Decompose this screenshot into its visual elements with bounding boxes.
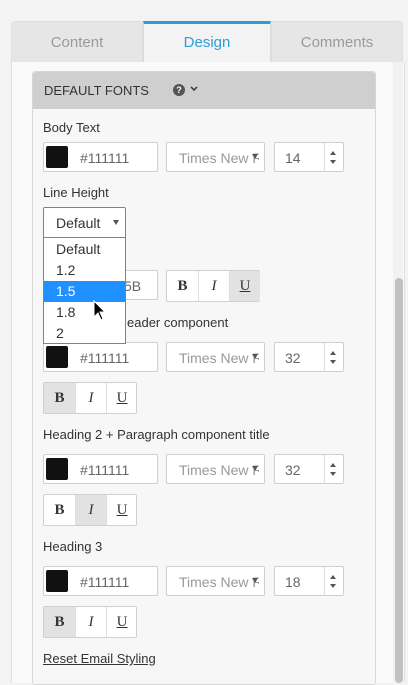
caret-down-icon xyxy=(113,220,119,225)
stepper-down-icon[interactable] xyxy=(330,360,336,364)
stepper-up-icon[interactable] xyxy=(330,151,336,155)
tab-design[interactable]: Design xyxy=(143,21,271,63)
chevron-down-icon[interactable] xyxy=(189,84,199,94)
line-height-option[interactable]: 1.2 xyxy=(44,260,125,281)
line-height-option-highlighted[interactable]: 1.5 xyxy=(44,281,125,302)
line-height-option[interactable]: Default xyxy=(44,239,125,260)
heading1-color-value: #111111 xyxy=(80,350,130,366)
heading3-style-group: B I U xyxy=(43,606,137,638)
heading1-size-value: 32 xyxy=(285,350,301,366)
question-circle-icon[interactable]: ? xyxy=(173,84,185,96)
bold-button[interactable]: B xyxy=(44,495,75,525)
panel-header[interactable]: DEFAULT FONTS ? xyxy=(33,72,375,109)
scrollbar-thumb[interactable] xyxy=(395,278,403,683)
line-height-option[interactable]: 1.8 xyxy=(44,302,125,323)
heading2-style-group: B I U xyxy=(43,494,137,526)
line-height-dropdown: Default 1.2 1.5 1.8 2 xyxy=(43,238,126,344)
paragraph-color-value: 5B xyxy=(124,278,142,294)
heading2-size-value: 32 xyxy=(285,462,301,478)
underline-button[interactable]: U xyxy=(106,495,137,525)
heading2-color-field[interactable]: #111111 xyxy=(43,454,158,484)
body-text-font-select[interactable]: Times New Roman xyxy=(166,142,265,172)
stepper-buttons[interactable] xyxy=(324,455,343,483)
heading3-color-value: #111111 xyxy=(80,574,130,590)
body-text-size-value: 14 xyxy=(285,150,301,166)
stepper-down-icon[interactable] xyxy=(330,160,336,164)
stepper-up-icon[interactable] xyxy=(330,463,336,467)
line-height-value: Default xyxy=(56,215,101,231)
italic-button[interactable]: I xyxy=(75,607,106,637)
underline-button[interactable]: U xyxy=(106,607,137,637)
italic-button[interactable]: I xyxy=(75,383,106,413)
bold-button[interactable]: B xyxy=(167,271,198,301)
heading1-font-select[interactable]: Times New Roman xyxy=(166,342,265,372)
heading3-label: Heading 3 xyxy=(43,539,103,554)
tab-bar: Content Design Comments xyxy=(11,21,403,63)
bold-button[interactable]: B xyxy=(44,383,75,413)
heading2-label: Heading 2 + Paragraph component title xyxy=(43,427,270,442)
tab-content[interactable]: Content xyxy=(11,21,143,63)
caret-down-icon xyxy=(252,578,258,583)
stepper-down-icon[interactable] xyxy=(330,584,336,588)
body-text-label: Body Text xyxy=(43,120,100,135)
heading3-font-select[interactable]: Times New Roman xyxy=(166,566,265,596)
body-text-font-value: Times New Roman xyxy=(179,150,259,166)
stepper-down-icon[interactable] xyxy=(330,472,336,476)
stepper-buttons[interactable] xyxy=(324,567,343,595)
color-swatch[interactable] xyxy=(46,146,68,168)
mouse-pointer-icon xyxy=(93,300,107,321)
paragraph-style-group: B I U xyxy=(166,270,260,302)
stepper-buttons[interactable] xyxy=(324,343,343,371)
body-text-size-stepper[interactable]: 14 xyxy=(274,142,344,172)
heading3-color-field[interactable]: #111111 xyxy=(43,566,158,596)
heading2-font-select[interactable]: Times New Roman xyxy=(166,454,265,484)
heading1-size-stepper[interactable]: 32 xyxy=(274,342,344,372)
color-swatch[interactable] xyxy=(46,458,68,480)
heading2-color-value: #111111 xyxy=(80,462,130,478)
line-height-label: Line Height xyxy=(43,185,109,200)
heading1-font-value: Times New Roman xyxy=(179,350,259,366)
underline-button[interactable]: U xyxy=(106,383,137,413)
stepper-buttons[interactable] xyxy=(324,143,343,171)
italic-button[interactable]: I xyxy=(75,495,106,525)
heading1-style-group: B I U xyxy=(43,382,137,414)
heading2-size-stepper[interactable]: 32 xyxy=(274,454,344,484)
tab-comments[interactable]: Comments xyxy=(271,21,403,63)
line-height-select[interactable]: Default xyxy=(43,207,126,238)
reset-email-styling-link[interactable]: Reset Email Styling xyxy=(43,651,156,666)
heading2-font-value: Times New Roman xyxy=(179,462,259,478)
italic-button[interactable]: I xyxy=(198,271,229,301)
color-swatch[interactable] xyxy=(46,570,68,592)
heading3-size-value: 18 xyxy=(285,574,301,590)
stepper-up-icon[interactable] xyxy=(330,575,336,579)
panel-title: DEFAULT FONTS xyxy=(44,83,149,98)
body-text-color-field[interactable]: #111111 xyxy=(43,142,158,172)
caret-down-icon xyxy=(252,466,258,471)
line-height-option[interactable]: 2 xyxy=(44,323,125,344)
heading3-font-value: Times New Roman xyxy=(179,574,259,590)
caret-down-icon xyxy=(252,154,258,159)
body-text-color-value: #111111 xyxy=(80,150,130,166)
heading1-label: eader component xyxy=(127,315,229,330)
bold-button[interactable]: B xyxy=(44,607,75,637)
color-swatch[interactable] xyxy=(46,346,68,368)
stepper-up-icon[interactable] xyxy=(330,351,336,355)
caret-down-icon xyxy=(252,354,258,359)
underline-button[interactable]: U xyxy=(229,271,260,301)
heading3-size-stepper[interactable]: 18 xyxy=(274,566,344,596)
heading1-color-field[interactable]: #111111 xyxy=(43,342,158,372)
